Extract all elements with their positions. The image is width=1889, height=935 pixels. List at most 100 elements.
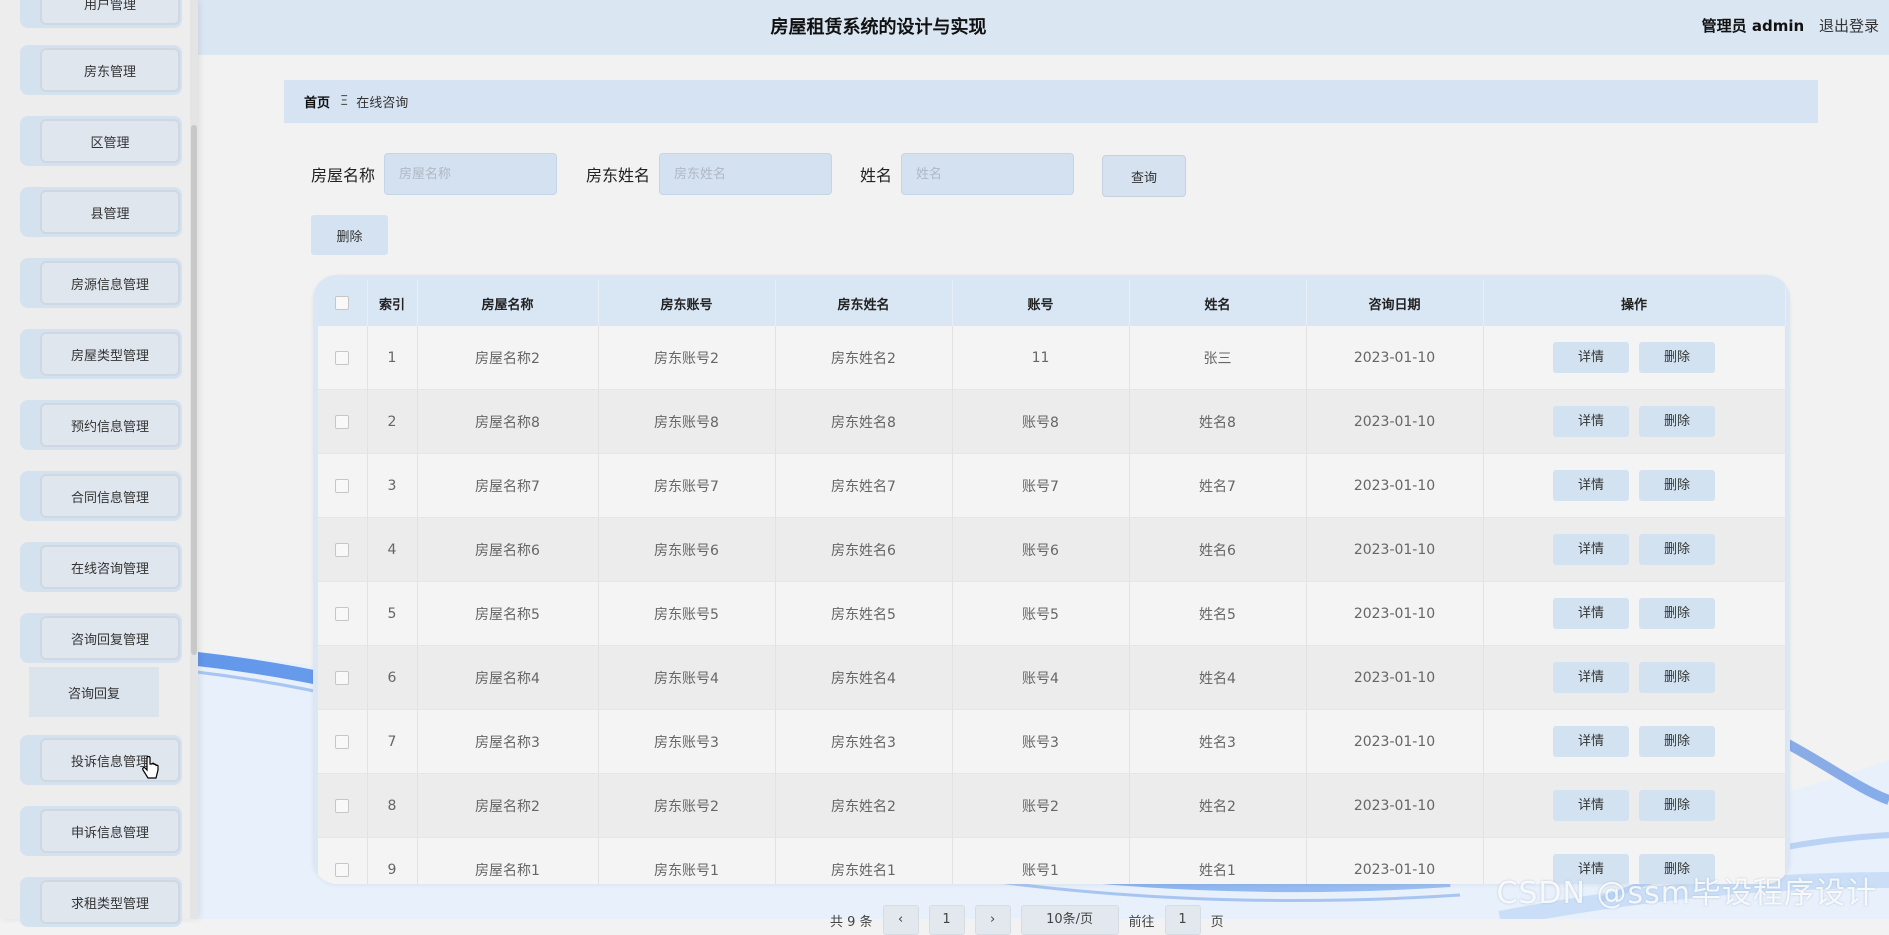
row-select-cell[interactable] [318, 645, 368, 710]
breadcrumb-home[interactable]: 首页 [304, 92, 330, 111]
row-delete-button[interactable]: 删除 [1639, 598, 1715, 629]
sidebar-item-label: 求租类型管理 [40, 880, 180, 924]
sidebar-item-appeal-management[interactable]: 申诉信息管理 [20, 806, 182, 856]
bulk-delete-button[interactable]: 删除 [311, 215, 388, 255]
select-all-header[interactable] [318, 280, 368, 326]
sidebar-item-label: 申诉信息管理 [40, 809, 180, 853]
pagination: 共 9 条 ‹ 1 › 10条/页 前往 1 页 [830, 905, 1224, 935]
row-select-cell[interactable] [318, 837, 368, 884]
row-select-cell[interactable] [318, 709, 368, 774]
row-delete-button[interactable]: 删除 [1639, 470, 1715, 501]
cell-actions: 详情 删除 [1483, 326, 1786, 390]
column-header: 房屋名称 [417, 280, 599, 326]
row-checkbox[interactable] [335, 798, 350, 813]
landlord-name-label: 房东姓名 [586, 166, 651, 185]
sidebar-item-rent-type-management[interactable]: 求租类型管理 [20, 877, 182, 927]
detail-button[interactable]: 详情 [1553, 406, 1629, 437]
top-header: 房屋租赁系统的设计与实现 管理员 admin 退出登录 [198, 0, 1889, 55]
table-row[interactable]: 3 房屋名称7 房东账号7 房东姓名7 账号7 姓名7 2023-01-10 详情 删除 [318, 453, 1786, 518]
table-row[interactable]: 6 房屋名称4 房东账号4 房东姓名4 账号4 姓名4 2023-01-10 详情 删除 [318, 645, 1786, 710]
row-checkbox[interactable] [335, 542, 350, 557]
detail-button[interactable]: 详情 [1553, 342, 1629, 373]
sidebar-item-district-management[interactable]: 区管理 [20, 116, 182, 166]
row-checkbox[interactable] [335, 606, 350, 621]
detail-button[interactable]: 详情 [1553, 726, 1629, 757]
current-page-button[interactable]: 1 [928, 905, 965, 935]
row-checkbox[interactable] [335, 414, 350, 429]
row-delete-button[interactable]: 删除 [1639, 726, 1715, 757]
cell-name: 姓名3 [1129, 709, 1307, 774]
cell-index: 6 [367, 645, 418, 710]
page-size-select[interactable]: 10条/页 [1020, 905, 1119, 935]
cell-house-name: 房屋名称3 [417, 709, 599, 774]
sidebar-item-county-management[interactable]: 县管理 [20, 187, 182, 237]
name-input[interactable] [901, 153, 1074, 195]
detail-button[interactable]: 详情 [1553, 662, 1629, 693]
table-row[interactable]: 5 房屋名称5 房东账号5 房东姓名5 账号5 姓名5 2023-01-10 详情 删除 [318, 581, 1786, 646]
cell-landlord-account: 房东账号2 [598, 326, 776, 390]
cell-house-name: 房屋名称2 [417, 773, 599, 838]
house-name-label: 房屋名称 [311, 166, 376, 185]
cell-landlord-name: 房东姓名6 [775, 517, 953, 582]
row-delete-button[interactable]: 删除 [1639, 790, 1715, 821]
row-checkbox[interactable] [335, 670, 350, 685]
landlord-name-input[interactable] [659, 153, 832, 195]
sidebar-item-reply-management[interactable]: 咨询回复管理 [20, 613, 182, 663]
house-name-input[interactable] [384, 153, 557, 195]
next-page-button[interactable]: › [974, 905, 1011, 935]
row-delete-button[interactable]: 删除 [1639, 534, 1715, 565]
sidebar-item-contract-management[interactable]: 合同信息管理 [20, 471, 182, 521]
cell-date: 2023-01-10 [1306, 326, 1484, 390]
detail-button[interactable]: 详情 [1553, 470, 1629, 501]
row-select-cell[interactable] [318, 326, 368, 390]
row-checkbox[interactable] [335, 734, 350, 749]
prev-page-button[interactable]: ‹ [882, 905, 919, 935]
row-select-cell[interactable] [318, 773, 368, 838]
cell-date: 2023-01-10 [1306, 645, 1484, 710]
cell-landlord-account: 房东账号4 [598, 645, 776, 710]
sidebar-item-landlord-management[interactable]: 房东管理 [20, 45, 182, 95]
submenu-item-consult-reply[interactable]: 咨询回复 [29, 667, 159, 717]
row-delete-button[interactable]: 删除 [1639, 342, 1715, 373]
sidebar-item-label: 合同信息管理 [40, 474, 180, 518]
row-select-cell[interactable] [318, 453, 368, 518]
row-checkbox[interactable] [335, 478, 350, 493]
sidebar-item-label: 用户管理 [40, 0, 180, 25]
row-select-cell[interactable] [318, 517, 368, 582]
table-row[interactable]: 2 房屋名称8 房东账号8 房东姓名8 账号8 姓名8 2023-01-10 详情 删除 [318, 389, 1786, 454]
column-header: 姓名 [1129, 280, 1307, 326]
detail-button[interactable]: 详情 [1553, 534, 1629, 565]
table-row[interactable]: 7 房屋名称3 房东账号3 房东姓名3 账号3 姓名3 2023-01-10 详情 删除 [318, 709, 1786, 774]
sidebar-scrollbar-thumb[interactable] [191, 125, 197, 655]
row-delete-button[interactable]: 删除 [1639, 662, 1715, 693]
detail-button[interactable]: 详情 [1553, 790, 1629, 821]
sidebar-item-reservation-management[interactable]: 预约信息管理 [20, 400, 182, 450]
row-select-cell[interactable] [318, 389, 368, 454]
cell-index: 1 [367, 326, 418, 390]
row-checkbox[interactable] [335, 350, 350, 365]
row-checkbox[interactable] [335, 862, 350, 877]
sidebar-item-user-management[interactable]: 用户管理 [20, 0, 182, 28]
cell-actions: 详情 删除 [1483, 581, 1786, 646]
logout-link[interactable]: 退出登录 [1819, 17, 1879, 35]
table-row[interactable]: 4 房屋名称6 房东账号6 房东姓名6 账号6 姓名6 2023-01-10 详情 删除 [318, 517, 1786, 582]
row-delete-button[interactable]: 删除 [1639, 406, 1715, 437]
sidebar-item-consult-management[interactable]: 在线咨询管理 [20, 542, 182, 592]
column-header: 房东账号 [598, 280, 776, 326]
cell-index: 9 [367, 837, 418, 884]
cell-landlord-name: 房东姓名4 [775, 645, 953, 710]
detail-button[interactable]: 详情 [1553, 598, 1629, 629]
cell-actions: 详情 删除 [1483, 773, 1786, 838]
row-select-cell[interactable] [318, 581, 368, 646]
cell-account: 账号2 [952, 773, 1130, 838]
cell-landlord-name: 房东姓名3 [775, 709, 953, 774]
sidebar-item-house-type-management[interactable]: 房屋类型管理 [20, 329, 182, 379]
query-button[interactable]: 查询 [1102, 155, 1186, 197]
goto-page-input[interactable]: 1 [1164, 905, 1201, 935]
select-all-checkbox[interactable] [335, 296, 350, 310]
table-row[interactable]: 8 房屋名称2 房东账号2 房东姓名2 账号2 姓名2 2023-01-10 详情 删除 [318, 773, 1786, 838]
cell-account: 账号5 [952, 581, 1130, 646]
table-row[interactable]: 1 房屋名称2 房东账号2 房东姓名2 11 张三 2023-01-10 详情 删除 [318, 326, 1786, 390]
cell-house-name: 房屋名称4 [417, 645, 599, 710]
sidebar-item-listing-management[interactable]: 房源信息管理 [20, 258, 182, 308]
